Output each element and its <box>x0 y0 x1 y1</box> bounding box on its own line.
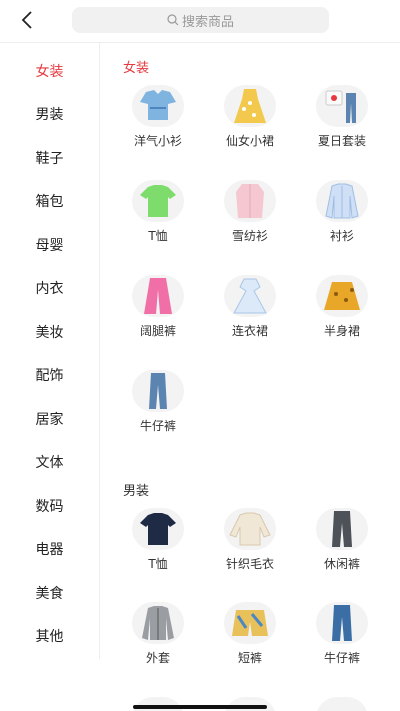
sidebar-item-accessories[interactable]: 配饰 <box>0 361 99 391</box>
section-title-women: 女装 <box>123 61 150 76</box>
sidebar-item-underwear[interactable]: 内衣 <box>0 274 99 304</box>
sidebar-item-men[interactable]: 男装 <box>0 100 99 130</box>
product-label: 短裤 <box>237 651 262 665</box>
chiffon-top-icon <box>224 180 276 222</box>
sidebar-item-shoes[interactable]: 鞋子 <box>0 144 99 174</box>
product-category-item[interactable]: 短裤 <box>210 602 290 666</box>
skirt-icon <box>316 275 368 317</box>
product-category-item[interactable]: 针织毛衣 <box>210 508 290 572</box>
product-label: 半身裙 <box>323 324 360 338</box>
wide-leg-pants-icon <box>132 275 184 317</box>
section-title-men: 男装 <box>123 484 150 499</box>
product-category-item[interactable]: 雪纺衫 <box>210 180 290 244</box>
product-category-item[interactable]: 阔腿裤 <box>118 275 198 339</box>
knit-sweater-icon <box>224 508 276 550</box>
back-arrow-icon[interactable] <box>16 9 38 31</box>
sidebar-item-women[interactable]: 女装 <box>0 57 99 87</box>
tshirt-icon <box>132 508 184 550</box>
product-label: 牛仔裤 <box>139 419 176 433</box>
sidebar-item-bags[interactable]: 箱包 <box>0 187 99 217</box>
jacket-icon <box>132 602 184 644</box>
product-label: 仙女小裙 <box>225 134 274 148</box>
product-category-item[interactable]: 外套 <box>118 602 198 666</box>
product-label: T恤 <box>148 557 168 571</box>
outfit-set-icon <box>316 85 368 127</box>
blouse-icon <box>132 85 184 127</box>
sidebar-item-stationery[interactable]: 文体 <box>0 448 99 478</box>
product-category-item[interactable]: T恤 <box>118 508 198 572</box>
product-label: 休闲裤 <box>323 557 360 571</box>
product-label: 牛仔裤 <box>323 651 360 665</box>
casual-pants-icon <box>316 508 368 550</box>
sidebar-item-makeup[interactable]: 美妆 <box>0 318 99 348</box>
jeans-icon <box>132 370 184 412</box>
product-label: T恤 <box>148 229 168 243</box>
sidebar-item-digital[interactable]: 数码 <box>0 492 99 522</box>
category-content: 女装 洋气小衫 仙女小裙 夏日套装 T恤 雪纺衫 衬衫 阔腿裤 连衣裙 半身裙 … <box>100 43 400 711</box>
search-input[interactable]: 搜索商品 <box>72 7 329 33</box>
floral-dress-icon <box>224 85 276 127</box>
product-category-item[interactable]: 牛仔裤 <box>302 602 382 666</box>
tshirt-icon <box>132 180 184 222</box>
shorts-icon <box>224 602 276 644</box>
sidebar-item-baby[interactable]: 母婴 <box>0 231 99 261</box>
product-category-item[interactable]: 半身裙 <box>302 275 382 339</box>
product-label: 雪纺衫 <box>231 229 268 243</box>
product-category-item[interactable]: 休闲裤 <box>302 508 382 572</box>
jeans-icon <box>316 602 368 644</box>
product-category-item[interactable]: 连衣裙 <box>210 275 290 339</box>
product-label: 洋气小衫 <box>133 134 182 148</box>
dress-icon <box>224 275 276 317</box>
category-sidebar: 女装 男装 鞋子 箱包 母婴 内衣 美妆 配饰 居家 文体 数码 电器 美食 其… <box>0 43 100 659</box>
product-label: 连衣裙 <box>231 324 268 338</box>
product-category-item[interactable] <box>302 697 382 711</box>
sidebar-item-other[interactable]: 其他 <box>0 622 99 652</box>
search-placeholder: 搜索商品 <box>181 14 234 30</box>
sidebar-item-food[interactable]: 美食 <box>0 579 99 609</box>
product-label: 阔腿裤 <box>139 324 176 338</box>
product-category-item[interactable]: 洋气小衫 <box>118 85 198 149</box>
sidebar-item-home[interactable]: 居家 <box>0 405 99 435</box>
product-category-item[interactable]: 夏日套装 <box>302 85 382 149</box>
product-label: 夏日套装 <box>317 134 366 148</box>
shirt-icon <box>316 180 368 222</box>
product-label: 针织毛衣 <box>225 557 274 571</box>
product-category-item[interactable]: 仙女小裙 <box>210 85 290 149</box>
product-label: 衬衫 <box>329 229 354 243</box>
product-category-item[interactable]: 衬衫 <box>302 180 382 244</box>
sidebar-item-appliances[interactable]: 电器 <box>0 535 99 565</box>
search-icon <box>167 14 179 26</box>
top-bar: 搜索商品 <box>0 0 400 43</box>
product-category-item[interactable]: T恤 <box>118 180 198 244</box>
product-category-item[interactable]: 牛仔裤 <box>118 370 198 434</box>
home-indicator[interactable] <box>133 705 267 709</box>
product-label: 外套 <box>145 651 170 665</box>
